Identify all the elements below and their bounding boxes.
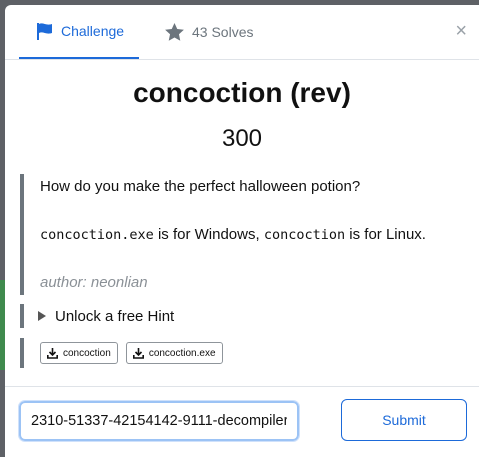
file-name: concoction xyxy=(63,347,111,359)
tab-challenge[interactable]: Challenge xyxy=(19,5,139,59)
tab-challenge-label: Challenge xyxy=(61,23,125,39)
description-fragment: is for Linux. xyxy=(345,226,426,243)
modal-tabs: Challenge 43 Solves × xyxy=(5,5,479,60)
tab-solves-label: 43 Solves xyxy=(192,24,254,40)
download-file-button[interactable]: concoction xyxy=(40,342,118,364)
star-icon xyxy=(165,23,184,41)
submission-footer: Submit xyxy=(5,386,479,457)
flag-icon xyxy=(37,22,53,40)
challenge-modal: Challenge 43 Solves × concoction (rev) 3… xyxy=(5,5,479,457)
submit-button[interactable]: Submit xyxy=(341,399,467,441)
author-text: author: neonlian xyxy=(40,274,148,291)
description-files-text: concoction.exe is for Windows, concoctio… xyxy=(40,226,426,243)
file-name-code: concoction.exe xyxy=(40,227,154,243)
file-downloads: concoction concoction.exe xyxy=(20,338,223,368)
tab-solves[interactable]: 43 Solves xyxy=(165,5,253,59)
flag-input[interactable] xyxy=(18,400,300,442)
download-file-button[interactable]: concoction.exe xyxy=(125,342,223,364)
file-name-code: concoction xyxy=(263,227,346,243)
description-text: How do you make the perfect halloween po… xyxy=(40,178,361,195)
challenge-description: How do you make the perfect halloween po… xyxy=(20,174,460,295)
unlock-hint-toggle[interactable]: Unlock a free Hint xyxy=(20,304,174,328)
caret-right-icon xyxy=(38,311,46,321)
download-icon xyxy=(47,347,58,359)
challenge-points: 300 xyxy=(221,125,263,152)
challenge-title: concoction (rev) xyxy=(133,77,351,108)
download-icon xyxy=(132,347,144,359)
close-icon[interactable]: × xyxy=(455,21,467,41)
description-fragment: is for Windows, xyxy=(153,226,264,243)
hint-label: Unlock a free Hint xyxy=(55,307,175,325)
file-name: concoction.exe xyxy=(148,347,216,359)
